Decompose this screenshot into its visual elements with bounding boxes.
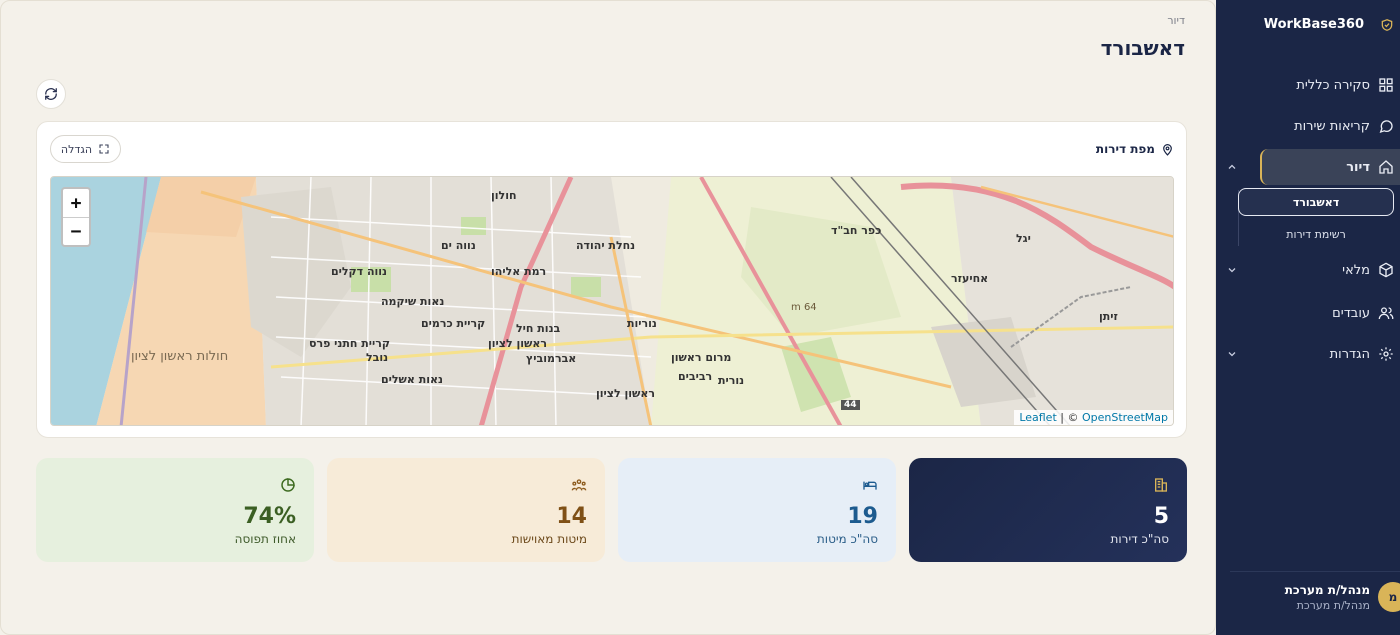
map-label: כפר חב"ד (831, 224, 882, 237)
map-label: מרום ראשון (671, 351, 732, 364)
refresh-icon (45, 88, 57, 100)
main-content: דיור דאשבורד מפת דירות הגדלה חולות ראשון… (0, 0, 1216, 635)
sidebar-item-label: סקירה כללית (1296, 77, 1370, 93)
sidebar-item-overview[interactable]: סקירה כללית (1216, 72, 1400, 98)
chevron-up-icon (1228, 164, 1236, 169)
map-label: נאות אשלים (381, 373, 444, 386)
map-label: קריית כרמים (421, 317, 486, 330)
user-separator (1230, 571, 1400, 572)
box-icon (1379, 262, 1393, 278)
stat-label: סה"כ מיטות (816, 532, 878, 546)
sidebar-item-settings[interactable]: הגדרות (1216, 341, 1400, 367)
grid-icon (1379, 78, 1393, 92)
chat-bubble-icon (1379, 120, 1393, 134)
stat-value: 14 (556, 504, 587, 529)
map-pin-icon (1163, 143, 1172, 156)
building-icon (1155, 478, 1167, 492)
stat-card-occupancy-rate: 74% אחוז תפוסה (36, 458, 314, 562)
stat-label: סה"כ דירות (1110, 532, 1169, 546)
expand-map-label: הגדלה (60, 142, 93, 156)
brand-name: WorkBase360 (1263, 17, 1364, 32)
sidebar-item-label: עובדים (1332, 305, 1370, 321)
map-label: נובל (366, 351, 389, 364)
map-label: יגל (1016, 232, 1031, 245)
stat-card-total-beds: 19 סה"כ מיטות (618, 458, 896, 562)
user-name: מנהל/ת מערכת (1284, 583, 1370, 597)
chevron-down-icon (1228, 268, 1236, 273)
pie-chart-icon (281, 478, 295, 492)
road-shield: 44 (841, 400, 860, 410)
map-label: רביבים (678, 370, 713, 383)
sidebar-subitem-dashboard[interactable]: דאשבורד (1238, 188, 1394, 216)
map-zoom-control: + − (61, 187, 91, 247)
sidebar-item-service-calls[interactable]: קריאות שירות (1216, 113, 1400, 139)
stat-card-total-apartments: 5 סה"כ דירות (909, 458, 1187, 562)
expand-map-button[interactable]: הגדלה (50, 135, 121, 163)
osm-link[interactable]: OpenStreetMap (1082, 411, 1168, 424)
shield-check-icon (1381, 19, 1393, 31)
sidebar-item-employees[interactable]: עובדים (1216, 300, 1400, 326)
map-label: בנות חיל (516, 322, 561, 335)
map-label: זיתן (1099, 310, 1118, 323)
map-label: רמת אליהו (491, 265, 547, 278)
breadcrumb: דיור (1167, 14, 1185, 27)
sidebar-item-inventory[interactable]: מלאי (1216, 257, 1400, 283)
map-card: מפת דירות הגדלה חולות ראשון לציון נווה י… (36, 121, 1187, 438)
leaflet-link[interactable]: Leaflet (1019, 411, 1056, 424)
map-label-dunes: חולות ראשון לציון (131, 349, 229, 364)
gear-icon (1379, 347, 1393, 361)
map-zoom-in-button[interactable]: + (63, 189, 89, 217)
map-label: ראשון לציון (488, 337, 547, 350)
stat-card-occupied-beds: 14 מיטות מאוישות (327, 458, 605, 562)
stat-value: 19 (847, 504, 878, 529)
chevron-down-icon (1228, 352, 1236, 357)
map-label: חולון (491, 189, 517, 202)
page-title: דאשבורד (1100, 36, 1185, 60)
user-role: מנהל/ת מערכת (1296, 599, 1370, 612)
sidebar-item-housing[interactable]: דיור (1216, 154, 1400, 180)
map-label: נווה ים (441, 239, 476, 252)
sidebar: WorkBase360 סקירה כללית קריאות שירות דיו… (1216, 0, 1400, 635)
map-label: ראשון לציון (596, 387, 655, 400)
stat-label: אחוז תפוסה (234, 532, 296, 546)
people-icon (571, 479, 587, 491)
stat-value: 5 (1153, 504, 1169, 529)
bed-icon (863, 481, 877, 490)
stat-label: מיטות מאוישות (511, 532, 587, 546)
expand-icon (99, 144, 109, 154)
map-label: נאות שיקמה (381, 295, 445, 308)
map-label: קריית חתני פרס (309, 337, 391, 350)
sidebar-item-label: דיור (1346, 159, 1370, 175)
stat-value: 74% (243, 504, 296, 529)
map-label: נורית (718, 374, 745, 387)
sidebar-item-label: הגדרות (1329, 346, 1370, 362)
refresh-button[interactable] (36, 79, 66, 109)
sidebar-item-label: מלאי (1342, 262, 1370, 278)
home-icon (1379, 160, 1393, 174)
map-label: נוריות (627, 317, 657, 330)
map-view[interactable]: חולות ראשון לציון נווה ים רמת אליהו נחלת… (50, 176, 1174, 426)
users-icon (1378, 307, 1394, 320)
map-label-elevation: 64 m (791, 302, 817, 313)
map-attribution: Leaflet | © OpenStreetMap (1014, 410, 1173, 425)
avatar[interactable]: מ (1378, 582, 1400, 612)
map-title: מפת דירות (1096, 142, 1174, 156)
sidebar-item-label: קריאות שירות (1294, 118, 1370, 134)
map-zoom-out-button[interactable]: − (63, 217, 89, 245)
attribution-separator: | © (1056, 411, 1082, 424)
map-title-text: מפת דירות (1095, 142, 1155, 156)
sidebar-subitem-apartments-list[interactable]: רשימת דירות (1238, 220, 1394, 248)
map-label: אחיעזר (951, 272, 989, 285)
map-label: נווה דקלים (331, 265, 388, 278)
map-label: נחלת יהודה (576, 239, 636, 252)
map-label: אברמוביץ (526, 352, 577, 365)
